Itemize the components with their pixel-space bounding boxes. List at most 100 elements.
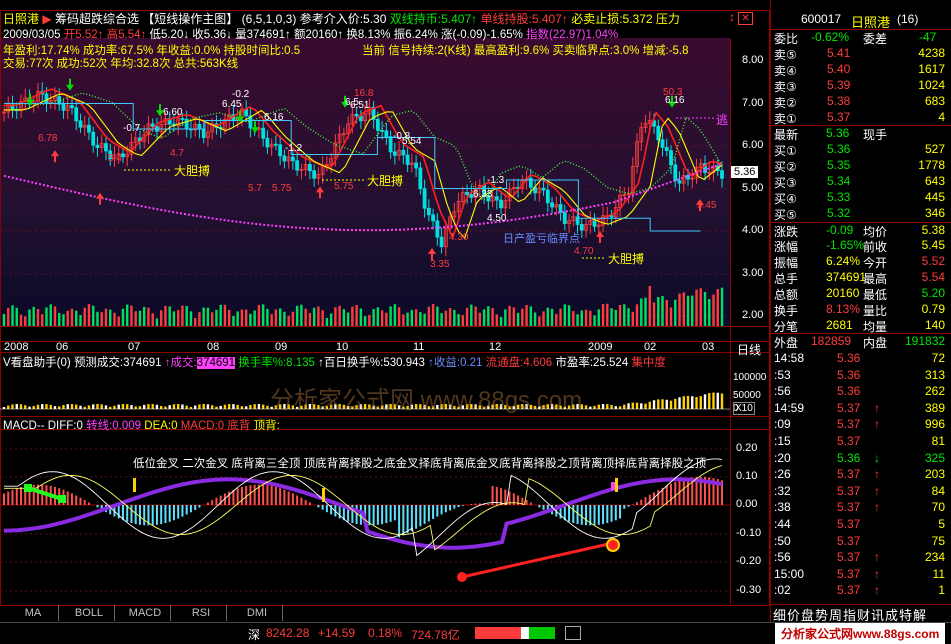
price-volume-bar	[538, 316, 541, 326]
bid-label: 买①	[774, 144, 797, 158]
site-badge[interactable]: 分析家公式网www.88gs.com	[775, 623, 946, 644]
tick-time: :20	[774, 450, 791, 465]
ask-label: 卖②	[774, 96, 797, 110]
ohlc-close: 收5.36	[192, 29, 227, 41]
tick-time: :38	[774, 500, 791, 515]
tab-macd[interactable]: MACD	[120, 605, 171, 621]
price-volume-bar	[32, 306, 35, 326]
macd-signals: 低位金叉 二次金叉 底背离三全顶 顶底背离择股之底金叉择底背离底金叉底背离择股之…	[133, 458, 707, 470]
vol-panel-bar	[618, 406, 622, 409]
quote-bottom-tabs[interactable]: 细价盘势周指财讯成特解	[771, 604, 951, 623]
tick-row: :56 5.37 ↑ 234	[771, 550, 951, 567]
up-down-icon[interactable]: ↕	[729, 10, 735, 24]
template-name[interactable]: 【短线操作主图】	[142, 12, 238, 26]
ohlc-change: 涨(-0.09)-1.65%	[441, 29, 523, 41]
tick-arrow: ↑	[874, 550, 880, 565]
tab-rsi[interactable]: RSI	[176, 605, 227, 621]
tick-vol: 11	[932, 566, 945, 581]
price-volume-bar	[312, 307, 316, 326]
price-volume-bar	[567, 305, 571, 326]
annotation-big-buy-1: 大胆搏	[174, 164, 211, 178]
breadth-bar	[475, 627, 555, 639]
price-volume-bar	[678, 293, 681, 326]
stat-label: 总手	[774, 272, 799, 286]
tick-time: :56	[774, 550, 791, 565]
annotation-label: 6.16	[264, 112, 284, 123]
tick-time: :09	[774, 417, 791, 432]
ohlc-vol: 量374691	[235, 29, 286, 41]
vol-axis-mult: X10	[733, 402, 755, 415]
quote-panel: 600017 日照港 (16) 委比 -0.62% 委差 -47 卖⑤ 5.41 4…	[771, 0, 951, 643]
vol-traded-label: ↑成交:	[164, 357, 197, 369]
price-volume-bar	[278, 308, 282, 326]
tick-arrow: ↑	[874, 500, 880, 515]
vol-panel-bar	[648, 401, 651, 409]
ohlc-amount: 额20160	[293, 29, 338, 41]
price-volume-bar	[606, 303, 609, 326]
outer-value: 182859	[811, 334, 852, 348]
candle-body	[677, 180, 682, 184]
vol-panel-bar	[661, 399, 664, 409]
quote-code: 600017	[801, 12, 842, 26]
bid-price: 5.34	[827, 174, 851, 188]
price-volume-bar	[397, 307, 401, 326]
candle-body	[197, 123, 202, 130]
tick-row: :53 5.36 313	[771, 368, 951, 385]
annotation-label: 6.45	[222, 99, 242, 110]
tick-price: 5.36	[837, 351, 861, 365]
vol-title[interactable]: V看盘助手(0)	[3, 357, 71, 369]
price-volume-bar	[682, 292, 685, 326]
vol-panel-bar	[62, 405, 65, 409]
tick-price: 5.37	[837, 566, 861, 581]
ask-price: 5.40	[827, 62, 851, 76]
vol-panel-bar	[223, 404, 227, 409]
candle-body	[401, 149, 406, 156]
play-icon[interactable]: ▶	[42, 12, 51, 26]
inner-label: 内盘	[863, 336, 888, 350]
price-volume-bar	[516, 312, 520, 326]
tick-time: :02	[774, 583, 791, 598]
price-volume-bar	[508, 305, 511, 326]
price-volume-bar	[83, 307, 86, 326]
status-box-icon[interactable]	[565, 626, 581, 640]
tick-vol: 996	[924, 417, 945, 432]
price-volume-bar	[640, 298, 643, 326]
period-label[interactable]: 日线	[737, 341, 761, 358]
tick-arrow: ↑	[874, 467, 880, 482]
last-row: 最新 5.36 现手	[771, 125, 951, 143]
price-volume-bar	[236, 311, 239, 326]
vol-panel-bar	[240, 406, 244, 409]
price-volume-bar	[555, 313, 558, 326]
price-volume-bar	[130, 305, 133, 326]
macd-title[interactable]: MACD--	[3, 420, 45, 432]
candle-body	[150, 123, 155, 127]
close-icon[interactable]: ✕	[738, 12, 753, 25]
price-volume-bar	[457, 314, 460, 326]
vol-panel-bar	[635, 402, 639, 409]
vol-turnover-value: 8.135	[286, 357, 315, 369]
annotation-label: 16.8	[354, 88, 374, 99]
vol-float-value: 4.606	[523, 357, 553, 369]
vol-panel-bar	[232, 404, 235, 409]
tab-dmi[interactable]: DMI	[232, 605, 283, 621]
vol-panel-bar	[36, 404, 40, 409]
down-arrow-icon: ↓	[183, 29, 190, 41]
price-volume-bar	[708, 299, 711, 326]
indicator-name[interactable]: 筹码超跌综合选	[55, 12, 139, 26]
candle-body	[609, 215, 614, 218]
stock-name[interactable]: 日照港	[3, 12, 39, 26]
stats-line-1-right: 当前 信号持续:2(K线) 最高盈利:9.6% 买卖临界点:3.0% 增减:-5…	[362, 45, 689, 57]
price-volume-bar	[414, 309, 418, 326]
stat-value: 20160	[826, 286, 860, 300]
vol-panel-bar	[104, 405, 108, 409]
tab-ma[interactable]: MA	[8, 605, 59, 621]
vol-panel-bar	[198, 404, 201, 409]
price-volume-bar	[576, 314, 579, 326]
price-volume-bar	[2, 314, 6, 326]
price-volume-bar	[270, 314, 273, 326]
vol-panel-bar	[257, 404, 261, 409]
vol-panel-bar	[41, 404, 44, 409]
tick-price: 5.37	[837, 500, 861, 515]
vol-panel-bar	[708, 393, 711, 409]
tab-boll[interactable]: BOLL	[64, 605, 115, 621]
